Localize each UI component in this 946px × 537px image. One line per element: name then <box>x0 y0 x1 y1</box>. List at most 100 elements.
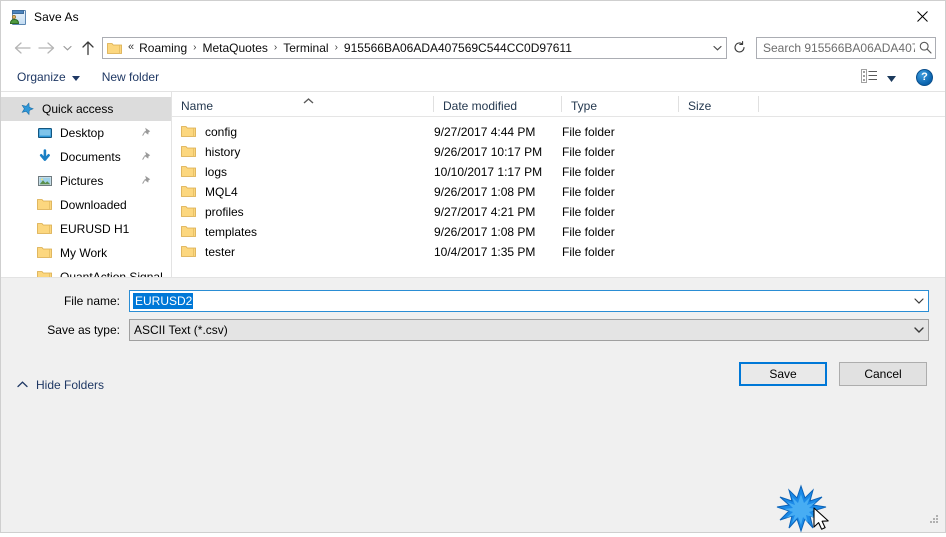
dialog-body: Quick access Desktop Documents Pictures … <box>1 92 945 278</box>
sidebar-item-label: Quick access <box>42 102 114 116</box>
window-title: Save As <box>34 9 79 24</box>
hide-folders-button[interactable]: Hide Folders <box>17 378 104 392</box>
breadcrumb: « Roaming › MetaQuotes › Terminal › 9155… <box>126 41 708 55</box>
save-as-type-value: ASCII Text (*.csv) <box>134 322 228 337</box>
pin-icon[interactable] <box>142 150 152 164</box>
breadcrumb-item-metaquotes[interactable]: MetaQuotes <box>202 41 269 55</box>
pin-icon[interactable] <box>142 126 152 140</box>
recent-locations-chevron-icon[interactable] <box>58 36 76 60</box>
file-name: config <box>205 125 238 139</box>
file-name: tester <box>205 245 236 259</box>
table-row[interactable]: tester 10/4/2017 1:35 PM File folder <box>172 242 945 262</box>
chevron-down-icon[interactable] <box>708 38 726 58</box>
save-as-type-select[interactable]: ASCII Text (*.csv) <box>129 318 929 341</box>
sidebar-item-downloaded[interactable]: Downloaded <box>1 193 171 217</box>
documents-download-icon <box>37 149 53 165</box>
file-type: File folder <box>562 165 615 179</box>
folder-icon <box>181 164 197 180</box>
file-type: File folder <box>562 245 615 259</box>
breadcrumb-separator: › <box>193 41 197 53</box>
help-icon[interactable]: ? <box>916 69 933 86</box>
close-icon[interactable] <box>900 1 945 31</box>
sidebar-item-label: Pictures <box>60 174 104 188</box>
table-row[interactable]: config 9/27/2017 4:44 PM File folder <box>172 122 945 142</box>
sidebar-item-pictures[interactable]: Pictures <box>1 169 171 193</box>
star-icon <box>19 101 35 117</box>
sidebar-item-label: Downloaded <box>60 198 127 212</box>
help-label: ? <box>921 71 928 83</box>
column-header-date-modified[interactable]: Date modified <box>434 92 562 116</box>
cancel-button[interactable]: Cancel <box>839 361 927 386</box>
view-mode-button[interactable] <box>861 69 896 86</box>
caret-up-icon <box>17 381 28 388</box>
save-button[interactable]: Save <box>739 361 827 386</box>
folder-icon <box>37 221 53 237</box>
breadcrumb-item-terminal[interactable]: Terminal <box>282 41 329 55</box>
breadcrumb-separator: › <box>334 41 338 53</box>
search-icon[interactable] <box>915 38 935 58</box>
table-row[interactable]: history 9/26/2017 10:17 PM File folder <box>172 142 945 162</box>
column-label: Type <box>571 99 598 113</box>
refresh-icon[interactable] <box>728 37 750 59</box>
breadcrumb-item-terminal-id[interactable]: 915566BA06ADA407569C544CC0D97611 <box>343 41 573 55</box>
column-label: Size <box>688 99 712 113</box>
resize-grip-icon[interactable] <box>928 513 941 529</box>
file-name-value: EURUSD2 <box>133 292 194 309</box>
up-arrow-icon[interactable] <box>76 36 100 60</box>
breadcrumb-overflow[interactable]: « <box>126 42 138 53</box>
sidebar-item-my-work[interactable]: My Work <box>1 241 171 265</box>
column-header-size[interactable]: Size <box>679 92 759 116</box>
file-date-modified: 10/4/2017 1:35 PM <box>434 245 536 259</box>
sidebar-item-label: Desktop <box>60 126 105 140</box>
sidebar-item-quick-access[interactable]: Quick access <box>1 97 171 121</box>
file-list-rows: config 9/27/2017 4:44 PM File folder his… <box>172 117 945 277</box>
address-bar[interactable]: « Roaming › MetaQuotes › Terminal › 9155… <box>102 36 727 59</box>
table-row[interactable]: MQL4 9/26/2017 1:08 PM File folder <box>172 182 945 202</box>
sidebar-item-eurusd-h1[interactable]: EURUSD H1 <box>1 217 171 241</box>
file-list: Name Date modified Type Size config 9/27… <box>172 92 945 277</box>
command-bar: Organize New folder ? <box>1 63 945 92</box>
new-folder-button[interactable]: New folder <box>102 70 159 84</box>
view-list-icon <box>861 69 878 86</box>
caret-down-icon[interactable] <box>887 71 896 85</box>
file-name-cell: history <box>172 144 434 160</box>
column-header-type[interactable]: Type <box>562 92 679 116</box>
save-as-dialog: Save As « Roaming › MetaQuotes › Termina… <box>0 0 946 533</box>
file-list-header: Name Date modified Type Size <box>172 92 945 117</box>
search-input[interactable]: Search 915566BA06ADA40756... <box>756 36 936 59</box>
file-name-row: File name: EURUSD2 <box>17 289 929 312</box>
save-as-type-label: Save as type: <box>47 322 120 337</box>
caret-down-icon <box>71 70 80 84</box>
table-row[interactable]: profiles 9/27/2017 4:21 PM File folder <box>172 202 945 222</box>
file-type: File folder <box>562 225 615 239</box>
cancel-button-label: Cancel <box>864 366 902 381</box>
folder-icon <box>37 197 53 213</box>
breadcrumb-item-roaming[interactable]: Roaming <box>138 41 188 55</box>
organize-button[interactable]: Organize <box>17 70 80 84</box>
chevron-down-icon[interactable] <box>909 291 928 311</box>
sidebar-item-label: My Work <box>60 246 108 260</box>
table-row[interactable]: templates 9/26/2017 1:08 PM File folder <box>172 222 945 242</box>
file-date-modified: 9/26/2017 10:17 PM <box>434 145 543 159</box>
table-row[interactable]: logs 10/10/2017 1:17 PM File folder <box>172 162 945 182</box>
column-label: Name <box>181 99 214 113</box>
sidebar-item-label: QuantAction Signal <box>60 270 163 277</box>
folder-icon <box>37 245 53 261</box>
folder-icon <box>37 269 53 277</box>
sidebar-item-desktop[interactable]: Desktop <box>1 121 171 145</box>
file-name: MQL4 <box>205 185 238 199</box>
chevron-down-icon[interactable] <box>909 320 928 340</box>
forward-arrow-icon[interactable] <box>34 36 58 60</box>
title-bar: Save As <box>1 1 945 32</box>
file-name-input[interactable]: EURUSD2 <box>129 289 929 312</box>
file-name-cell: MQL4 <box>172 184 434 200</box>
file-type: File folder <box>562 145 615 159</box>
pictures-icon <box>37 173 53 189</box>
hide-folders-label: Hide Folders <box>36 377 105 392</box>
sidebar-item-quantaction-signal[interactable]: QuantAction Signal <box>1 265 171 277</box>
back-arrow-icon[interactable] <box>10 36 34 60</box>
sidebar-item-documents[interactable]: Documents <box>1 145 171 169</box>
file-name: logs <box>205 165 228 179</box>
pin-icon[interactable] <box>142 174 152 188</box>
file-type: File folder <box>562 185 615 199</box>
